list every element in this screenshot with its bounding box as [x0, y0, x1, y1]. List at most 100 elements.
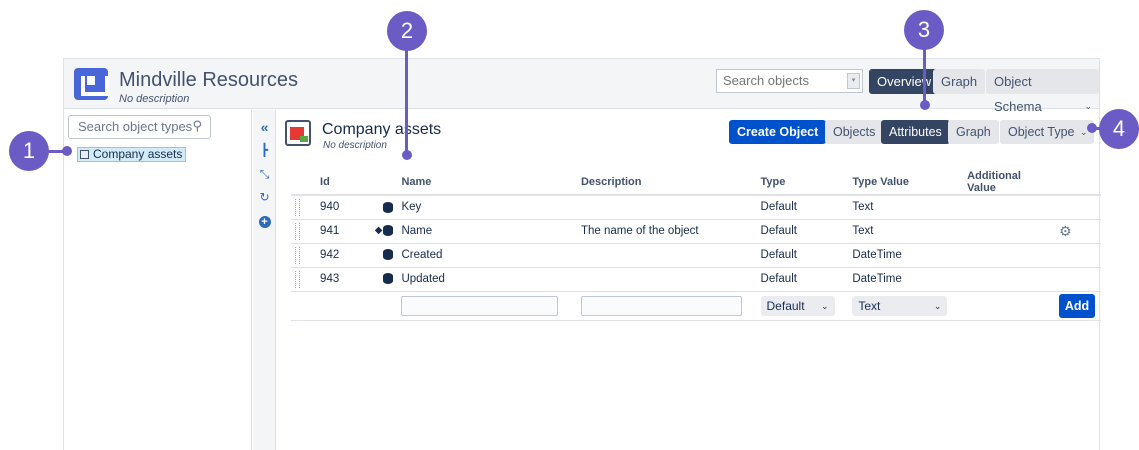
chevron-down-icon: ⌄ [1079, 127, 1088, 137]
attribute-description [576, 243, 757, 268]
attribute-additional-value [963, 243, 1056, 268]
attribute-type-value: Text [848, 195, 964, 220]
attribute-id: 942 [316, 243, 362, 268]
expand-icon[interactable]: ⤡ [253, 167, 276, 182]
column-header-name: Name [397, 170, 577, 196]
search-objects-field[interactable]: ▾ [716, 69, 863, 93]
attribute-description: The name of the object [576, 219, 757, 244]
object-schema-label: Object Schema [994, 74, 1042, 114]
tab-objects[interactable]: Objects [825, 120, 884, 144]
new-attribute-row: Default ⌄ Text ⌄ Add [291, 291, 1101, 321]
tab-attributes[interactable]: Attributes [881, 120, 950, 144]
attribute-additional-value [963, 267, 1056, 292]
new-attribute-type-value-select[interactable]: Text ⌄ [852, 295, 948, 316]
refresh-icon[interactable]: ↻ [253, 190, 276, 204]
tree-toolbar: « ┣ ⤡ ↻ + [253, 110, 276, 450]
table-row[interactable]: 941 ◆ Name The name of the object Defaul… [291, 219, 1101, 244]
new-attribute-type-select[interactable]: Default ⌄ [760, 295, 835, 316]
add-attribute-button[interactable]: Add [1059, 293, 1096, 318]
sidebar: Search object types ⚲ Company assets [64, 110, 252, 450]
page-description: No description [323, 140, 387, 151]
app-logo-icon [74, 68, 109, 100]
search-object-types-field[interactable]: Search object types ⚲ [68, 115, 211, 139]
drag-handle-icon[interactable] [295, 198, 300, 216]
callout-3-line [923, 45, 926, 105]
object-type-label: Object Type [1008, 125, 1075, 139]
app-title: Mindville Resources [119, 69, 298, 91]
attribute-name: Key [397, 195, 577, 220]
attribute-type: Default [756, 243, 849, 268]
page-title: Company assets [322, 121, 442, 138]
app-window: Mindville Resources No description ▾ Ove… [63, 58, 1101, 450]
attribute-type: Default [756, 267, 849, 292]
drag-handle-icon[interactable] [295, 246, 300, 264]
database-icon [383, 249, 394, 261]
attribute-id: 941 [316, 219, 362, 244]
search-object-types-placeholder: Search object types [78, 119, 193, 134]
callout-4-dot [1087, 123, 1097, 133]
callout-3: 3 [904, 10, 944, 50]
app-header: Mindville Resources No description ▾ Ove… [64, 59, 1099, 114]
attribute-id: 943 [316, 267, 362, 292]
new-attribute-description-input[interactable] [580, 295, 742, 316]
callout-1: 1 [9, 131, 49, 171]
column-header-description: Description [576, 170, 757, 196]
attribute-id: 940 [316, 195, 362, 220]
database-icon [383, 201, 394, 213]
attribute-type-value: DateTime [848, 243, 964, 268]
attribute-name: Updated [397, 267, 577, 292]
sidebar-item-label: Company assets [93, 147, 183, 161]
object-type-icon [285, 120, 311, 146]
object-type-menu[interactable]: Object Type ⌄ [1000, 120, 1095, 144]
callout-2-line [405, 50, 408, 155]
attribute-description [576, 195, 757, 220]
hierarchy-icon[interactable]: ┣ [253, 143, 276, 157]
label-tag-icon: ◆ [374, 225, 383, 237]
attribute-additional-value [963, 219, 1056, 244]
attribute-name: Created [397, 243, 577, 268]
attribute-type-value: DateTime [848, 267, 964, 292]
object-schema-menu[interactable]: Object Schema ⌄ [986, 69, 1099, 114]
object-type-icon [80, 150, 89, 159]
database-icon [383, 225, 394, 237]
attribute-name: Name [397, 219, 577, 244]
sidebar-item-company-assets[interactable]: Company assets [77, 147, 187, 162]
create-object-button[interactable]: Create Object [729, 120, 827, 144]
gear-icon[interactable]: ⚙ [1059, 223, 1072, 239]
drag-handle-icon[interactable] [295, 222, 300, 240]
callout-2: 2 [387, 11, 427, 51]
table-row[interactable]: 942 Created Default DateTime [291, 243, 1101, 268]
tab-graph[interactable]: Graph [933, 69, 986, 94]
attribute-type-value: Text [848, 219, 964, 244]
table-row[interactable]: 940 Key Default Text [291, 195, 1101, 220]
table-header-row: Id Name Description Type Type Value Addi… [291, 170, 1101, 196]
callout-1-dot [62, 146, 72, 156]
type-select-value: Default [766, 298, 805, 313]
table-row[interactable]: 943 Updated Default DateTime [291, 267, 1101, 292]
column-header-id: Id [316, 170, 362, 196]
app-description: No description [119, 93, 190, 105]
new-attribute-name-input[interactable] [401, 295, 559, 316]
attributes-table: Id Name Description Type Type Value Addi… [291, 170, 1101, 321]
column-header-type: Type [756, 170, 849, 196]
collapse-icon[interactable]: « [253, 119, 276, 135]
attribute-additional-value [963, 195, 1056, 220]
chevron-down-icon: ⌄ [820, 300, 829, 311]
callout-3-dot [920, 100, 930, 110]
callout-2-dot [402, 150, 412, 160]
database-icon [383, 273, 394, 285]
tab-overview[interactable]: Overview [869, 69, 940, 94]
attribute-description [576, 267, 757, 292]
search-dropdown-icon[interactable]: ▾ [847, 73, 860, 89]
drag-handle-icon[interactable] [295, 270, 300, 288]
attribute-type: Default [756, 195, 849, 220]
tab-graph-main[interactable]: Graph [948, 120, 999, 144]
type-value-select-value: Text [858, 298, 881, 313]
callout-4: 4 [1099, 109, 1139, 149]
chevron-down-icon: ⌄ [933, 300, 942, 311]
add-icon[interactable]: + [253, 214, 276, 228]
main-panel: Company assets No description Create Obj… [277, 110, 1101, 450]
column-header-type-value: Type Value [848, 170, 964, 196]
column-header-additional-value: Additional Value [963, 170, 1056, 196]
search-objects-input[interactable] [723, 73, 833, 88]
